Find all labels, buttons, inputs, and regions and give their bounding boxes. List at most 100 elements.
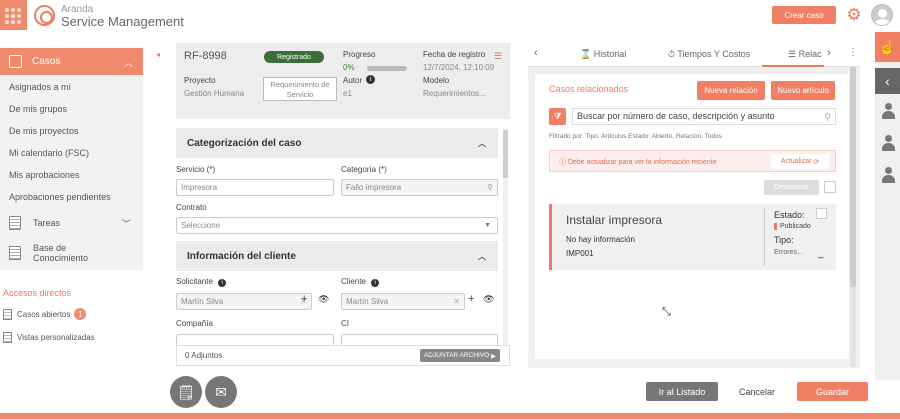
case-type-box: Requerimiento de Servicio (263, 77, 337, 101)
go-to-list-button[interactable]: Ir al Listado (646, 382, 718, 401)
info-icon[interactable]: i (218, 279, 227, 287)
sidebar-item-base-conocimiento[interactable]: Base de Conocimiento (0, 238, 143, 268)
eye-icon[interactable]: 👁 (483, 294, 494, 305)
cliente-label-text: Cliente (341, 277, 366, 286)
info-icon[interactable]: i (371, 279, 380, 287)
card-status-value: Publicado (774, 223, 811, 230)
registration-date-value: 12/7/2024, 12:10:09 (423, 63, 495, 72)
contrato-select[interactable]: Seleccione ▼ (176, 217, 498, 234)
minus-icon[interactable]: _ (818, 248, 824, 259)
sidebar-item-casos[interactable]: Casos ︿ (0, 48, 143, 75)
section-categorizacion[interactable]: Categorización del caso ︿ (176, 128, 498, 158)
search-icon[interactable]: ⚲ (824, 110, 831, 125)
search-icon[interactable]: ⚲ (487, 180, 493, 195)
related-search-input[interactable]: Buscar por número de caso, descripción y… (572, 108, 836, 125)
save-button[interactable]: Guardar (797, 382, 868, 401)
hand-icon[interactable]: ☝ (875, 32, 900, 62)
shortcut-casos-abiertos[interactable]: Casos abiertos 1 (3, 308, 87, 320)
chevron-up-icon: ︿ (478, 139, 486, 148)
user-chat-icon[interactable] (881, 135, 895, 151)
compania-label: Compañía (176, 319, 213, 328)
cliente-label: Cliente i (341, 277, 380, 287)
knowledge-base-icon (9, 246, 21, 260)
disassociate-button[interactable]: Desasociar (764, 180, 819, 195)
tasks-icon (9, 216, 21, 230)
user-icon[interactable] (881, 103, 895, 119)
new-relation-button[interactable]: Nueva relación (697, 81, 765, 100)
add-icon[interactable]: + (301, 293, 307, 305)
gear-icon[interactable]: ⚙ (845, 6, 863, 24)
sidebar-item-asignados[interactable]: Asignados a mí (9, 82, 71, 92)
author-label: Autor (343, 76, 363, 85)
case-id: RF-8998 (184, 50, 227, 62)
sidebar-base-label-2: Conocimiento (33, 253, 89, 263)
cliente-field[interactable]: Martín Silva ✕ (341, 293, 465, 310)
sidebar-base-label-1: Base de (33, 243, 67, 253)
shortcut-vistas-label: Vistas personalizadas (17, 333, 95, 342)
section-cliente[interactable]: Información del cliente ︿ (176, 241, 498, 271)
related-article-card[interactable]: Instalar impresora No hay información IM… (549, 204, 836, 270)
create-case-button[interactable]: Crear caso (772, 6, 836, 24)
sidebar-item-grupos[interactable]: De mis grupos (9, 104, 67, 114)
sidebar-item-aprobaciones[interactable]: Mis aprobaciones (9, 170, 80, 180)
app-menu-icon[interactable] (0, 0, 27, 30)
right-panel: ‹ ⌛ Historial ⏱ Tiempos Y Costos ☰ Relac… (528, 43, 860, 368)
dropdown-arrow-icon: ▼ (484, 222, 491, 229)
card-divider (764, 208, 765, 266)
attach-file-button[interactable]: ADJUNTAR ARCHIVO ▶ (420, 349, 500, 362)
cancel-button[interactable]: Cancelar (728, 382, 786, 401)
related-cases-title: Casos relacionados (549, 84, 629, 94)
sidebar-item-tareas[interactable]: Tareas ﹀ (0, 210, 143, 236)
tab-tiempos[interactable]: ⏱ Tiempos Y Costos (668, 49, 750, 60)
case-form: Categorización del caso ︿ Servicio (*) I… (176, 128, 510, 368)
case-type-line-1: Requerimiento de (270, 80, 330, 89)
note-icon[interactable]: 🗒 (170, 376, 202, 408)
progress-label: Progreso (343, 50, 376, 59)
panel-scrollbar-thumb[interactable] (850, 67, 856, 287)
select-all-checkbox[interactable] (824, 181, 836, 193)
project-label: Proyecto (184, 76, 216, 85)
eye-icon[interactable]: 👁 (318, 294, 329, 305)
refresh-alert-message: Debe actualizar para ver la información … (567, 159, 717, 166)
shortcut-casos-abiertos-label: Casos abiertos (17, 309, 71, 319)
categoria-field[interactable]: Fallo impresora ⚲ (341, 179, 498, 196)
progress-value: 0% (343, 63, 355, 72)
chevron-left-icon[interactable]: ‹ (875, 68, 900, 94)
sidebar-item-proyectos[interactable]: De mis proyectos (9, 126, 79, 136)
chevron-up-icon: ︿ (123, 58, 133, 68)
form-scrollbar-thumb[interactable] (503, 130, 508, 178)
related-search-text: Buscar por número de caso, descripción y… (577, 111, 775, 121)
info-icon[interactable]: i (366, 75, 375, 84)
related-cases-panel: Casos relacionados Nueva relación Nuevo … (535, 74, 849, 359)
section-categorizacion-title: Categorización del caso (187, 137, 302, 149)
servicio-field[interactable]: Impresora (176, 179, 334, 196)
sidebar-item-calendario[interactable]: Mi calendario (FSC) (9, 148, 89, 158)
card-checkbox[interactable] (816, 208, 827, 219)
solicitante-field[interactable]: Martín Silva ✕ (176, 293, 312, 310)
top-bar: Aranda Service Management Crear caso ⚙ (0, 0, 900, 32)
user-icon[interactable] (881, 167, 895, 183)
mail-icon[interactable]: ✉ (205, 376, 237, 408)
collapse-sidebar-icon[interactable]: ◂ (156, 50, 160, 59)
tab-relaciones[interactable]: ☰ Relac (788, 49, 822, 60)
chevron-left-icon[interactable]: ‹ (534, 47, 538, 59)
chevron-right-icon[interactable]: › (827, 47, 831, 59)
filter-icon[interactable]: ⧩ (549, 108, 566, 125)
refresh-alert: ⓘ Debe actualizar para ver la informació… (549, 150, 836, 172)
user-avatar[interactable] (871, 4, 893, 26)
sidebar-item-pendientes[interactable]: Aprobaciones pendientes (9, 192, 111, 202)
count-badge: 1 (74, 308, 87, 320)
clear-icon[interactable]: ✕ (453, 294, 460, 309)
new-article-button[interactable]: Nuevo artículo (771, 81, 835, 100)
card-title: Instalar impresora (566, 213, 663, 227)
refresh-button[interactable]: Actualizar ⟳ (771, 154, 829, 169)
contrato-label: Contrato (176, 203, 207, 212)
list-icon[interactable]: ☰ (494, 51, 502, 62)
solicitante-label: Solicitante i (176, 277, 227, 287)
tab-historial[interactable]: ⌛ Historial (580, 49, 626, 60)
attachments-bar: 0 Adjuntos ADJUNTAR ARCHIVO ▶ (176, 345, 510, 366)
shortcut-vistas[interactable]: Vistas personalizadas (3, 332, 95, 343)
add-icon[interactable]: + (468, 293, 474, 305)
more-icon[interactable]: ⋮ (848, 47, 858, 58)
model-label: Modelo (423, 76, 450, 85)
